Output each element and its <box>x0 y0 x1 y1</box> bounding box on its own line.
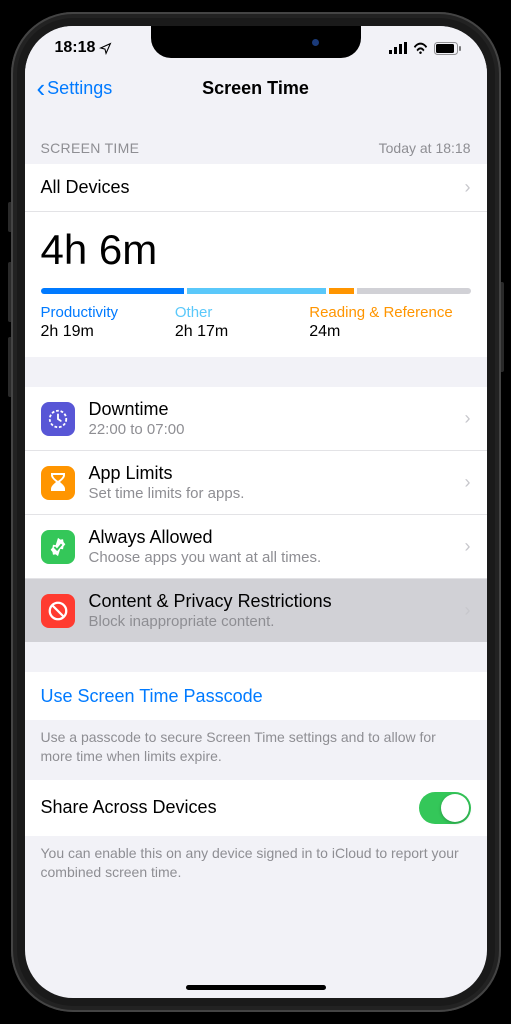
location-arrow-icon <box>99 42 112 55</box>
chevron-right-icon: › <box>465 472 471 493</box>
wifi-icon <box>412 42 429 54</box>
usage-summary-card[interactable]: 4h 6m Productivity 2h 19m Other 2h 17m R… <box>25 212 487 357</box>
no-entry-icon <box>41 594 75 628</box>
chevron-right-icon: › <box>465 177 471 198</box>
clock-icon <box>41 402 75 436</box>
all-devices-row[interactable]: All Devices › <box>25 164 487 212</box>
legend-time-other: 2h 17m <box>175 323 309 341</box>
chevron-right-icon: › <box>465 408 471 429</box>
legend-label-productivity: Productivity <box>41 304 175 321</box>
battery-icon <box>434 42 461 55</box>
app-limits-row[interactable]: App Limits Set time limits for apps. › <box>25 451 487 515</box>
iphone-device-frame: 18:18 ‹ Settings <box>11 12 501 1012</box>
summary-header-right: Today at 18:18 <box>379 140 471 156</box>
legend-label-reading: Reading & Reference <box>309 304 470 321</box>
usage-legend: Productivity 2h 19m Other 2h 17m Reading… <box>41 304 471 341</box>
content-privacy-title: Content & Privacy Restrictions <box>89 591 465 612</box>
back-label: Settings <box>47 78 112 99</box>
chevron-left-icon: ‹ <box>37 73 46 104</box>
check-badge-icon <box>41 530 75 564</box>
downtime-sub: 22:00 to 07:00 <box>89 421 465 438</box>
back-button[interactable]: ‹ Settings <box>37 73 113 104</box>
screen: 18:18 ‹ Settings <box>25 26 487 998</box>
summary-section-header: Screen Time Today at 18:18 <box>25 116 487 164</box>
always-allowed-row[interactable]: Always Allowed Choose apps you want at a… <box>25 515 487 579</box>
total-usage-time: 4h 6m <box>41 226 471 274</box>
app-limits-title: App Limits <box>89 463 465 484</box>
chevron-right-icon: › <box>465 536 471 557</box>
share-devices-label: Share Across Devices <box>41 797 217 818</box>
content-privacy-sub: Block inappropriate content. <box>89 613 465 630</box>
content-privacy-row[interactable]: Content & Privacy Restrictions Block ina… <box>25 579 487 642</box>
legend-time-reading: 24m <box>309 323 470 341</box>
all-devices-label: All Devices <box>41 177 130 198</box>
share-devices-toggle[interactable] <box>419 792 471 824</box>
usage-bar <box>41 288 471 294</box>
share-devices-row[interactable]: Share Across Devices <box>25 780 487 836</box>
always-allowed-title: Always Allowed <box>89 527 465 548</box>
downtime-row[interactable]: Downtime 22:00 to 07:00 › <box>25 387 487 451</box>
status-time: 18:18 <box>55 39 96 57</box>
legend-label-other: Other <box>175 304 309 321</box>
hourglass-icon <box>41 466 75 500</box>
app-limits-sub: Set time limits for apps. <box>89 485 465 502</box>
home-indicator[interactable] <box>186 985 326 990</box>
share-devices-footer: You can enable this on any device signed… <box>25 836 487 896</box>
summary-header-left: Screen Time <box>41 140 140 156</box>
always-allowed-sub: Choose apps you want at all times. <box>89 549 465 566</box>
use-passcode-row[interactable]: Use Screen Time Passcode <box>25 672 487 720</box>
content-scroll[interactable]: Screen Time Today at 18:18 All Devices ›… <box>25 116 487 998</box>
cellular-signal-icon <box>389 42 407 54</box>
notch <box>151 26 361 58</box>
downtime-title: Downtime <box>89 399 465 420</box>
use-passcode-link: Use Screen Time Passcode <box>41 686 263 707</box>
legend-time-productivity: 2h 19m <box>41 323 175 341</box>
chevron-right-icon: › <box>465 600 471 621</box>
passcode-footer: Use a passcode to secure Screen Time set… <box>25 720 487 780</box>
